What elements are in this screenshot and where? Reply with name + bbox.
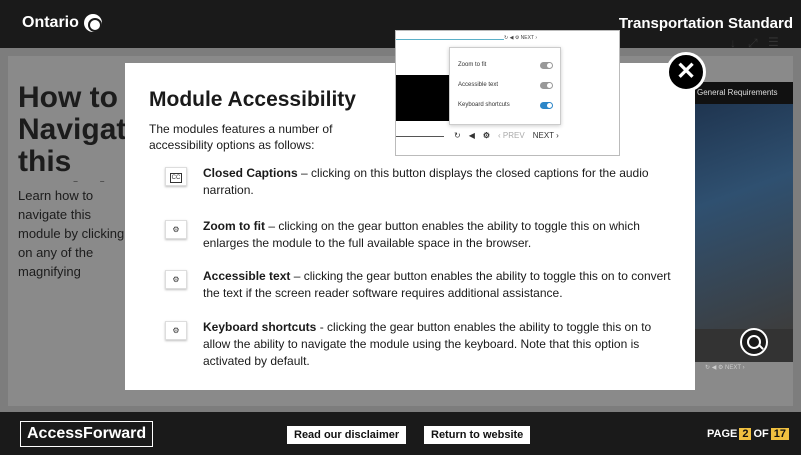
preview-next: NEXT › [532,131,559,140]
slide-heading: How to Navigate this Module [18,82,128,182]
toggle-on-icon [540,102,553,109]
option-name: Keyboard shortcuts [203,320,317,334]
menu-icon[interactable]: ☰ [768,35,779,49]
preview-menu-zoom: Zoom to fit [458,62,558,69]
gear-icon: ⚙ [482,131,491,140]
expand-icon[interactable]: ⤢ [748,36,758,51]
preview-prev: ‹ PREV [498,131,525,140]
module-title: Transportation Standard [618,15,793,32]
option-text: Keyboard shortcuts - clicking the gear b… [203,319,673,370]
slide-body-text: Learn how to navigate this module by cli… [18,188,125,279]
brand-name: Ontario [22,14,79,31]
magnifier-button[interactable] [740,328,768,356]
footer-bar: AccessForward Read our disclaimer Return… [0,412,801,455]
trillium-icon [83,14,102,32]
toggle-off-icon [540,62,553,69]
cc-icon: CC [165,167,187,186]
slide-toolbar: ↓ ⤢ ☰ [700,34,795,54]
player-controls: ↻ ◀ ⚙ NEXT › [705,365,745,371]
toggle-off-icon [540,82,553,89]
gear-icon: ⚙ [165,220,187,239]
option-name: Accessible text [203,269,291,283]
video-thumbnail [695,104,793,329]
preview-progress-line [396,39,504,40]
gear-icon: ⚙ [165,321,187,340]
page-indicator: PAGE 2 OF 17 [707,428,789,440]
option-name: Zoom to fit [203,219,265,233]
preview-video-block [396,75,456,121]
option-text: Closed Captions – clicking on this butto… [203,165,673,199]
disclaimer-button[interactable]: Read our disclaimer [287,426,407,444]
page-label: PAGE [706,428,738,440]
volume-icon: ◀ [468,131,475,140]
option-desc: – clicking on the gear button enables th… [203,219,640,250]
preview-menu-accessible-text: Accessible text [458,82,558,89]
preview-progress-bar [396,136,444,137]
settings-preview-image: ↻ ◀ ⚙ NEXT › Zoom to fit Accessible text… [395,30,620,156]
close-icon[interactable]: ✕ [666,52,706,92]
option-name: Closed Captions [203,166,298,180]
replay-icon: ↻ [454,131,461,140]
accessforward-logo[interactable]: AccessForward [20,421,154,447]
page-current: 2 [739,428,752,440]
preview-menu-keyboard: Keyboard shortcuts [458,102,558,109]
page-total: 17 [770,428,789,440]
preview-settings-menu: Zoom to fit Accessible text Keyboard sho… [449,47,561,125]
download-icon[interactable]: ↓ [730,36,736,50]
modal-intro: The modules features a number of accessi… [149,122,333,152]
gear-icon: ⚙ [165,270,187,289]
return-to-website-button[interactable]: Return to website [424,426,531,444]
modal-title: Module Accessibility [149,88,356,111]
ontario-logo[interactable]: Ontario [22,14,102,32]
video-caption: General Requirements [695,82,793,104]
video-panel: General Requirements [695,82,793,362]
option-text: Zoom to fit – clicking on the gear butto… [203,218,673,252]
preview-player-controls: ↻ ◀ ⚙ ‹ PREV NEXT › [454,131,559,140]
option-text: Accessible text – clicking the gear butt… [203,268,673,302]
preview-top-controls: ↻ ◀ ⚙ NEXT › [504,35,537,41]
page-of-label: OF [753,428,769,440]
